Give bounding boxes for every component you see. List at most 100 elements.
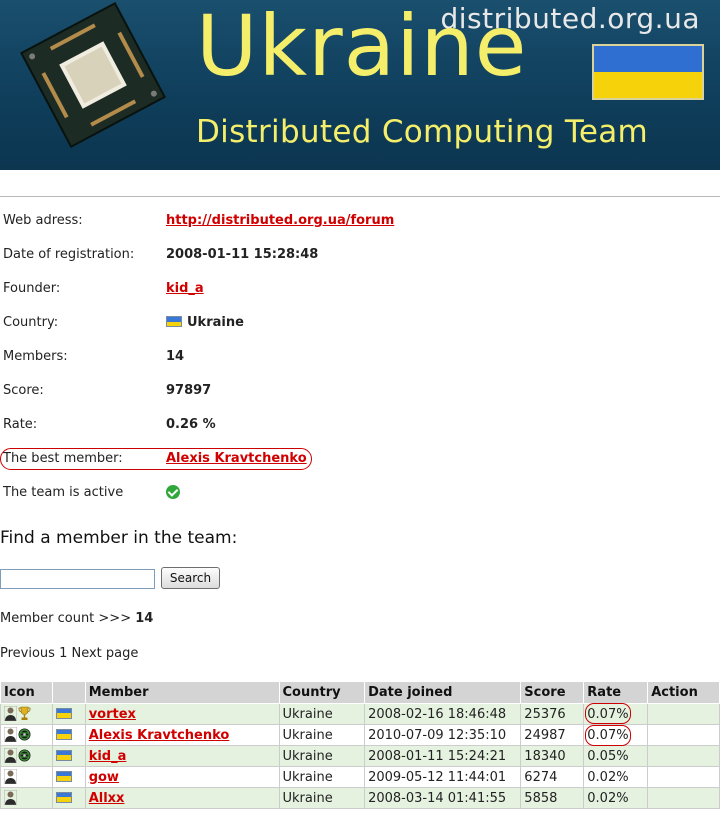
score-label: Score: (3, 383, 44, 398)
date-joined-cell: 2010-07-09 12:35:10 (364, 724, 522, 746)
column-header-member[interactable]: Member (84, 681, 280, 704)
founder-link[interactable]: kid_a (166, 281, 204, 296)
best-member-link[interactable]: Alexis Kravtchenko (166, 451, 307, 466)
member-cell: gow (84, 766, 280, 788)
flag-cell (52, 766, 86, 788)
registration-label: Date of registration: (3, 247, 135, 262)
web-address-label: Web adress: (3, 213, 83, 228)
person-icon (4, 727, 18, 743)
column-header-score[interactable]: Score (520, 681, 585, 704)
action-cell (647, 766, 720, 788)
column-header-date[interactable]: Date joined (364, 681, 522, 704)
divider (0, 196, 720, 197)
date-joined-cell: 2008-02-16 18:46:48 (364, 703, 522, 725)
search-input[interactable] (0, 569, 155, 589)
member-count-value: 14 (135, 611, 154, 626)
member-link[interactable]: vortex (89, 707, 136, 722)
cpu-chip-image (19, 1, 167, 149)
person-icon (4, 706, 18, 722)
country-label: Country: (3, 315, 59, 330)
date-joined-cell: 2008-03-14 01:41:55 (364, 787, 522, 809)
trophy-icon (18, 706, 32, 722)
icon-cell (0, 745, 54, 767)
ukraine-flag-icon (56, 791, 73, 803)
rate-cell: 0.02% (583, 787, 649, 809)
rate-cell: 0.07% (583, 703, 649, 725)
member-link[interactable]: Allxx (89, 791, 125, 806)
icon-cell (0, 766, 54, 788)
icon-cell (0, 703, 54, 725)
country-cell: Ukraine (278, 745, 366, 767)
members-table: Icon Member Country Date joined Score Ra… (0, 681, 720, 809)
globe-icon (18, 728, 32, 743)
score-cell: 18340 (520, 745, 585, 767)
pagination: Previous 1 Next page (0, 646, 139, 661)
active-row: The team is active (0, 482, 720, 504)
founder-row: Founder: kid_a (0, 278, 720, 300)
member-link[interactable]: Alexis Kravtchenko (89, 728, 230, 743)
registration-row: Date of registration: 2008-01-11 15:28:4… (0, 244, 720, 266)
founder-label: Founder: (3, 281, 61, 296)
country-value: Ukraine (187, 315, 244, 330)
members-label: Members: (3, 349, 68, 364)
score-cell: 5858 (520, 787, 585, 809)
active-label: The team is active (3, 485, 124, 500)
members-value: 14 (166, 349, 185, 364)
action-cell (647, 724, 720, 746)
rate-cell: 0.07% (583, 724, 649, 746)
header-banner: distributed.org.ua Ukraine Distributed C… (0, 0, 720, 170)
web-address-row: Web adress: http://distributed.org.ua/fo… (0, 210, 720, 232)
table-row: Allxx Ukraine 2008-03-14 01:41:55 5858 0.02% (0, 787, 720, 809)
members-row: Members: 14 (0, 346, 720, 368)
column-header-country[interactable]: Country (278, 681, 366, 704)
country-cell: Ukraine (278, 766, 366, 788)
date-joined-cell: 2009-05-12 11:44:01 (364, 766, 522, 788)
icon-cell (0, 787, 54, 809)
action-cell (647, 745, 720, 767)
brand-subtitle: Distributed Computing Team (196, 114, 649, 150)
flag-cell (52, 703, 86, 725)
member-count: Member count >>> 14 (0, 611, 153, 626)
score-cell: 6274 (520, 766, 585, 788)
score-row: Score: 97897 (0, 380, 720, 402)
member-count-label: Member count >>> (0, 611, 132, 626)
brand-title: Ukraine (196, 0, 528, 95)
best-member-row: The best member: Alexis Kravtchenko (0, 448, 720, 470)
score-cell: 25376 (520, 703, 585, 725)
action-cell (647, 787, 720, 809)
best-member-label: The best member: (3, 451, 123, 466)
column-header-icon: Icon (0, 681, 54, 704)
table-row: vortex Ukraine 2008-02-16 18:46:48 25376 0.0… (0, 703, 720, 725)
member-link[interactable]: gow (89, 770, 119, 785)
flag-cell (52, 745, 86, 767)
rate-label: Rate: (3, 417, 38, 432)
rate-value: 0.26 % (166, 417, 216, 432)
column-header-rate[interactable]: Rate (583, 681, 649, 704)
country-cell: Ukraine (278, 703, 366, 725)
rate-cell: 0.02% (583, 766, 649, 788)
web-address-link[interactable]: http://distributed.org.ua/forum (166, 213, 394, 228)
table-header-row: Icon Member Country Date joined Score Ra… (0, 681, 720, 704)
person-icon (4, 790, 18, 806)
ukraine-flag-icon (56, 707, 73, 719)
check-icon (166, 485, 180, 499)
flag-cell (52, 724, 86, 746)
globe-icon (18, 749, 32, 764)
member-link[interactable]: kid_a (89, 749, 127, 764)
country-cell: Ukraine (278, 787, 366, 809)
table-row: kid_a Ukraine 2008-01-11 15:24:21 18340 0.05… (0, 745, 720, 767)
table-row: gow Ukraine 2009-05-12 11:44:01 6274 0.02% (0, 766, 720, 788)
person-icon (4, 748, 18, 764)
find-member-title: Find a member in the team: (0, 528, 238, 548)
ukraine-flag-icon (592, 44, 704, 100)
search-button[interactable]: Search (161, 567, 220, 589)
column-header-action: Action (647, 681, 720, 704)
date-joined-cell: 2008-01-11 15:24:21 (364, 745, 522, 767)
flag-cell (52, 787, 86, 809)
ukraine-flag-icon (56, 749, 73, 761)
member-cell: Allxx (84, 787, 280, 809)
score-cell: 24987 (520, 724, 585, 746)
registration-value: 2008-01-11 15:28:48 (166, 247, 319, 262)
score-value: 97897 (166, 383, 212, 398)
rate-cell: 0.05% (583, 745, 649, 767)
